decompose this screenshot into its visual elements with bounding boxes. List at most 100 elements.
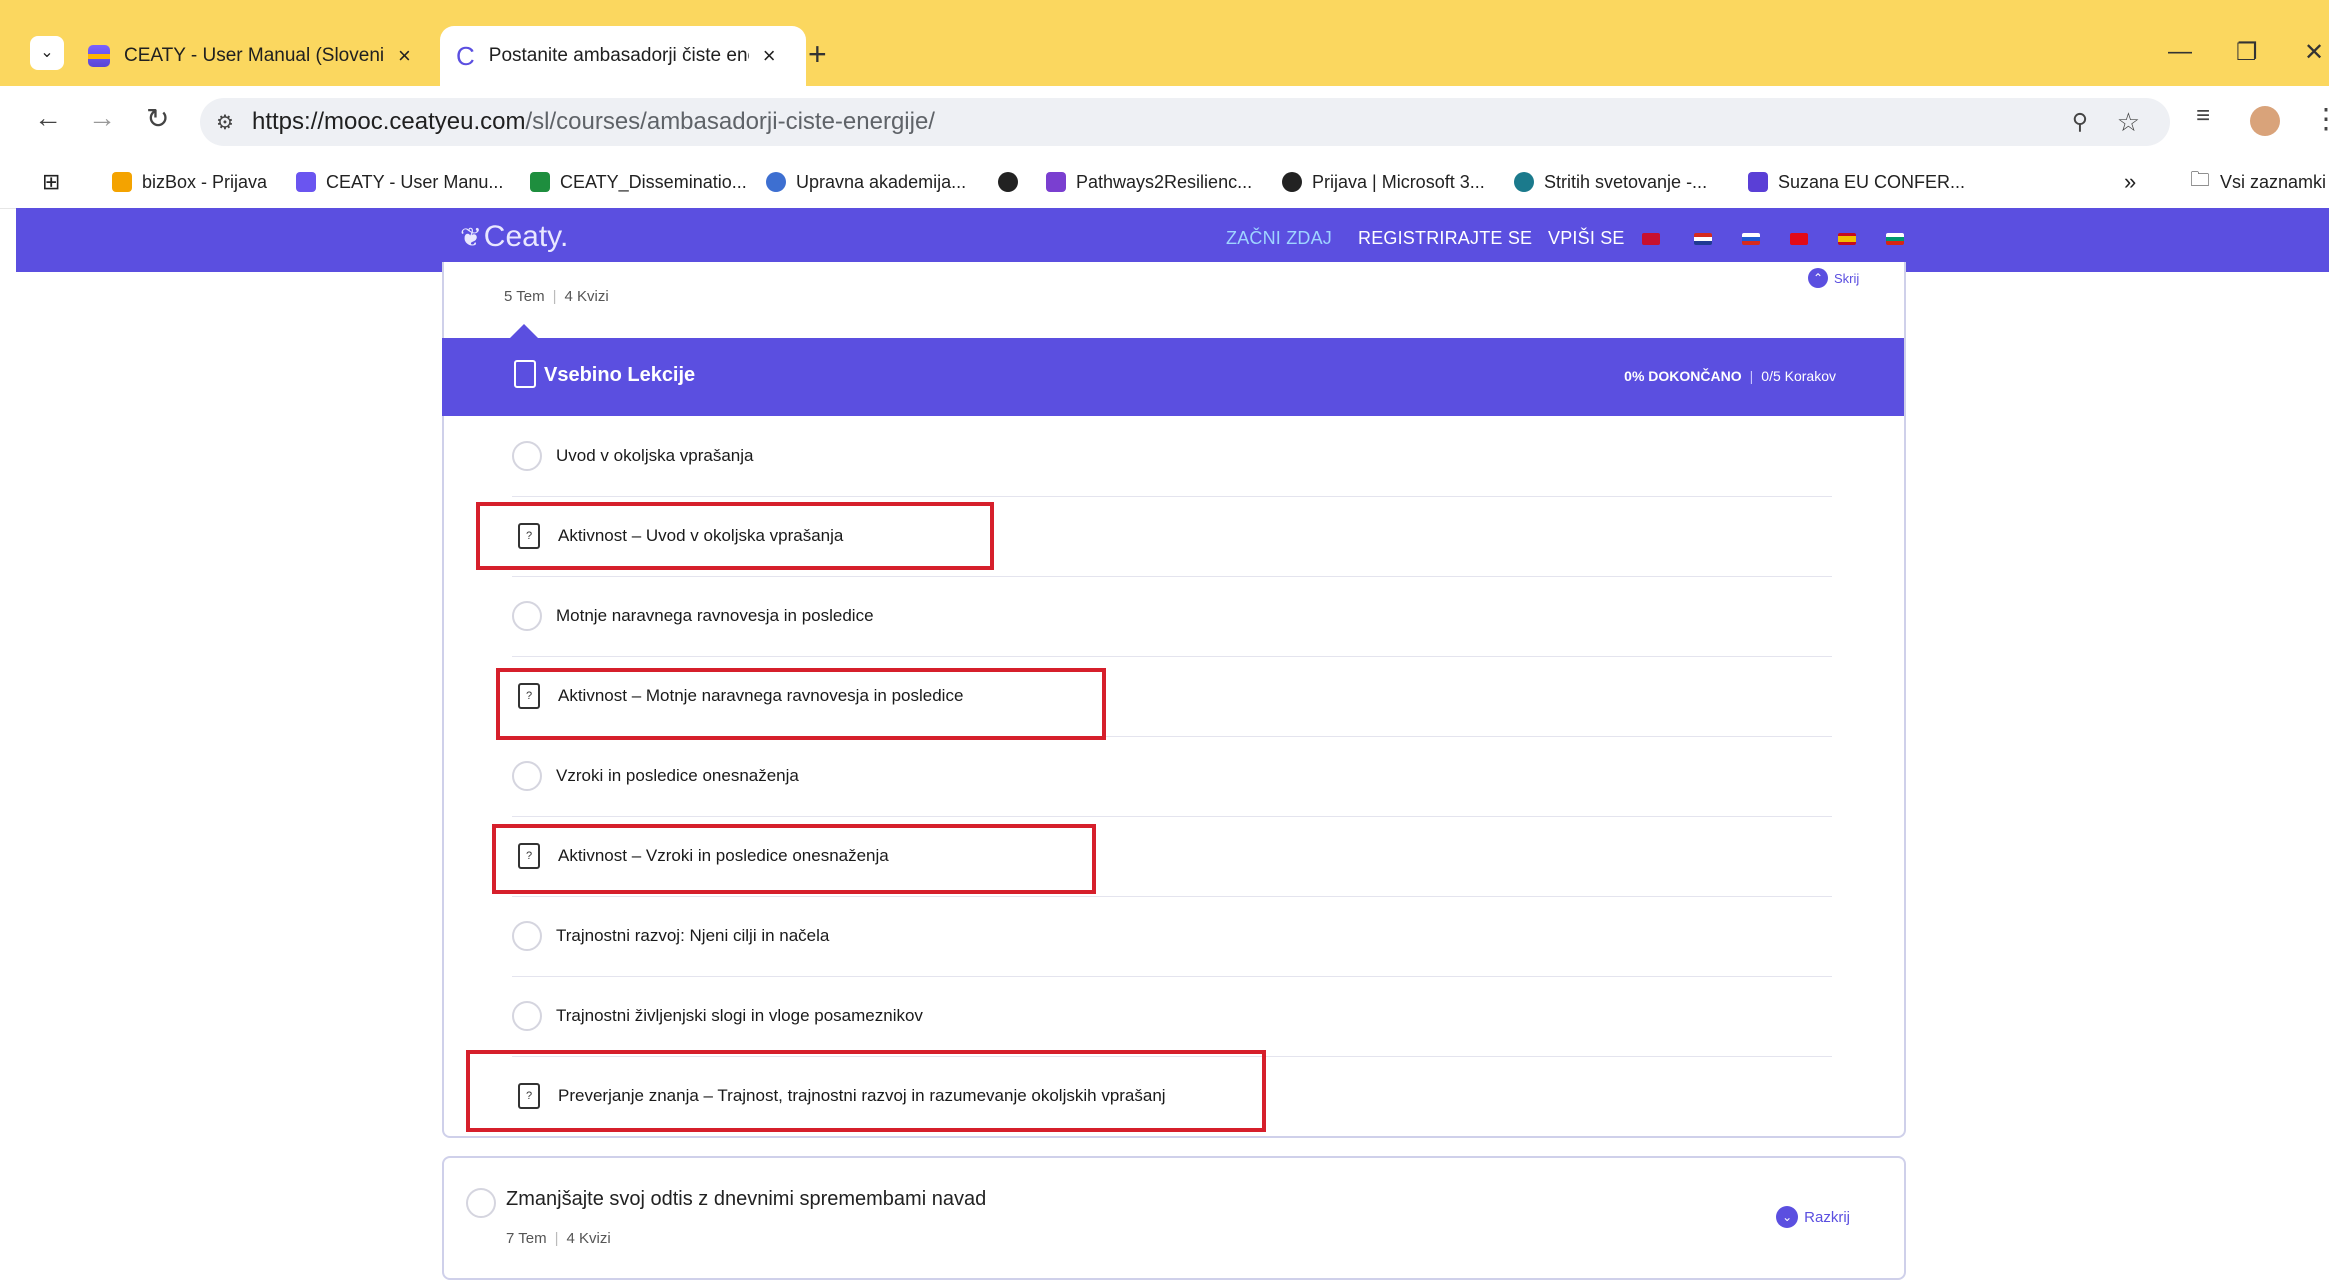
topic-count: 7 Tem <box>506 1230 547 1247</box>
bookmark-label: Stritih svetovanje -... <box>1544 171 1708 192</box>
apps-grid-icon[interactable]: ⊞ <box>42 164 60 200</box>
status-circle-icon <box>512 441 542 471</box>
nav-login[interactable]: VPIŠI SE <box>1548 228 1625 249</box>
expand-toggle[interactable]: ⌄ Razkrij <box>1776 1206 1850 1228</box>
lesson-item[interactable]: Uvod v okoljska vprašanja <box>512 416 1832 497</box>
leaf-icon: ❦ <box>460 222 482 252</box>
course-module-card[interactable]: Zmanjšajte svoj odtis z dnevnimi spremem… <box>442 1156 1906 1280</box>
folder-icon: 🗀 <box>2190 169 2210 191</box>
flag-bg-icon[interactable] <box>1886 233 1904 245</box>
close-tab-icon[interactable]: × <box>398 43 411 69</box>
status-circle-icon <box>466 1188 496 1218</box>
tab-user-manual[interactable]: CEATY - User Manual (Slovenia) × <box>84 26 428 86</box>
bookmark-label: Vsi zaznamki <box>2220 171 2327 192</box>
highlight-box <box>496 668 1106 740</box>
lesson-title: Motnje naravnega ravnovesja in posledice <box>556 606 874 625</box>
site-logo[interactable]: ❦Ceaty. <box>460 220 568 254</box>
bookmark-label: bizBox - Prijava <box>142 171 268 192</box>
logo-text: Ceaty. <box>483 220 569 253</box>
highlight-box <box>492 824 1096 894</box>
lesson-item[interactable]: Motnje naravnega ravnovesja in posledice <box>512 576 1832 657</box>
close-tab-icon[interactable]: × <box>763 43 776 69</box>
bookmark-item[interactable]: Prijava | Microsoft 3... <box>1282 164 1485 200</box>
status-circle-icon <box>512 921 542 951</box>
flag-sl-icon[interactable] <box>1742 233 1760 245</box>
course-meta: 7 Tem | 4 Kvizi <box>506 1230 611 1247</box>
progress-summary: 0% DOKONČANO | 0/5 Korakov <box>1624 368 1836 384</box>
new-tab-button[interactable]: + <box>808 36 827 73</box>
status-circle-icon <box>512 1001 542 1031</box>
section-title: Vsebino Lekcije <box>544 364 696 386</box>
nav-register[interactable]: REGISTRIRAJTE SE <box>1358 228 1532 249</box>
tab-title: CEATY - User Manual (Slovenia) <box>124 45 384 66</box>
nav-start-now[interactable]: ZAČNI ZDAJ <box>1226 228 1332 249</box>
tab-course[interactable]: C Postanite ambasadorji čiste ene × <box>440 26 806 86</box>
notch-pointer <box>510 324 538 338</box>
lesson-title: Uvod v okoljska vprašanja <box>556 446 754 465</box>
bookmark-label: Prijava | Microsoft 3... <box>1312 171 1485 192</box>
highlight-box <box>466 1050 1266 1132</box>
bookmark-item[interactable]: Pathways2Resilienc... <box>1046 164 1252 200</box>
url-path: /sl/courses/ambasadorji-ciste-energije/ <box>525 108 935 135</box>
bookmark-favicon-icon <box>296 172 316 192</box>
status-circle-icon <box>512 761 542 791</box>
course-meta: 5 Tem | 4 Kvizi <box>504 288 609 305</box>
profile-avatar[interactable] <box>2250 106 2280 136</box>
browser-tabstrip: ⌄ CEATY - User Manual (Slovenia) × C Pos… <box>0 0 2329 86</box>
address-bar[interactable]: ⚙ https://mooc.ceatyeu.com/sl/courses/am… <box>200 98 2170 146</box>
globe-icon <box>1282 172 1302 192</box>
bookmark-label: Pathways2Resilienc... <box>1076 171 1253 192</box>
url-host: https://mooc.ceatyeu.com <box>252 108 526 135</box>
tab-search-button[interactable]: ⌄ <box>30 36 64 70</box>
lesson-title: Trajnostni življenjski slogi in vloge po… <box>556 1006 923 1025</box>
bookmark-star-icon[interactable]: ☆ <box>2117 107 2140 138</box>
all-bookmarks-folder[interactable]: 🗀 Vsi zaznamki <box>2190 164 2326 200</box>
zoom-icon[interactable]: ⚲ <box>2072 109 2088 135</box>
bookmark-favicon-icon <box>1748 172 1768 192</box>
bookmark-item[interactable]: Upravna akademija... <box>766 164 966 200</box>
chevron-down-icon: ⌄ <box>40 44 54 61</box>
loading-c-icon: C <box>456 40 475 71</box>
bookmark-label: Upravna akademija... <box>796 171 967 192</box>
back-arrow-icon[interactable]: ← <box>34 102 62 134</box>
bookmark-item[interactable]: CEATY_Disseminatio... <box>530 164 747 200</box>
module-title: Zmanjšajte svoj odtis z dnevnimi spremem… <box>506 1188 987 1210</box>
url-text: https://mooc.ceatyeu.com/sl/courses/amba… <box>252 108 935 136</box>
bookmark-label: Suzana EU CONFER... <box>1778 171 1966 192</box>
bookmark-favicon-icon <box>1514 172 1534 192</box>
tab-title: Postanite ambasadorji čiste ene <box>488 45 749 66</box>
bookmark-item[interactable]: Stritih svetovanje -... <box>1514 164 1707 200</box>
progress-percent: 0% DOKONČANO <box>1624 368 1742 384</box>
lesson-title: Vzroki in posledice onesnaženja <box>556 766 799 785</box>
flag-es-icon[interactable] <box>1838 233 1856 245</box>
globe-icon <box>998 172 1018 192</box>
lesson-item[interactable]: Trajnostni življenjski slogi in vloge po… <box>512 976 1832 1057</box>
forward-arrow-icon[interactable]: → <box>88 102 116 134</box>
flag-en-icon[interactable] <box>1642 233 1660 245</box>
bookmark-item[interactable]: Suzana EU CONFER... <box>1748 164 1965 200</box>
reading-list-icon[interactable]: ≡ <box>2196 102 2210 130</box>
collapse-toggle[interactable]: ⌃ Skrij <box>1808 268 1859 288</box>
chevron-up-icon: ⌃ <box>1808 268 1828 288</box>
bookmark-label: CEATY_Disseminatio... <box>560 171 747 192</box>
lesson-item[interactable]: Trajnostni razvoj: Njeni cilji in načela <box>512 896 1832 977</box>
minimize-icon[interactable]: — <box>2168 38 2192 66</box>
bookmark-item[interactable] <box>998 164 1028 200</box>
lesson-content-header: Vsebino Lekcije 0% DOKONČANO | 0/5 Korakov <box>442 324 1904 416</box>
menu-kebab-icon[interactable]: ⋮ <box>2312 102 2329 135</box>
lesson-title: Trajnostni razvoj: Njeni cilji in načela <box>556 926 830 945</box>
restore-icon[interactable]: ❐ <box>2236 38 2258 67</box>
bookmark-item[interactable]: CEATY - User Manu... <box>296 164 503 200</box>
site-settings-icon[interactable]: ⚙ <box>216 110 234 135</box>
bookmark-item[interactable]: bizBox - Prijava <box>112 164 267 200</box>
ceaty-favicon-icon <box>88 45 110 67</box>
flag-hr-icon[interactable] <box>1694 233 1712 245</box>
lesson-item[interactable]: Vzroki in posledice onesnaženja <box>512 736 1832 817</box>
close-window-icon[interactable]: ✕ <box>2304 38 2324 67</box>
flag-tr-icon[interactable] <box>1790 233 1808 245</box>
reload-icon[interactable]: ↻ <box>146 102 169 135</box>
status-circle-icon <box>512 601 542 631</box>
chevron-down-icon: ⌄ <box>1776 1206 1799 1228</box>
bookmarks-overflow-button[interactable]: » <box>2124 164 2136 200</box>
progress-steps: 0/5 Korakov <box>1761 368 1836 384</box>
